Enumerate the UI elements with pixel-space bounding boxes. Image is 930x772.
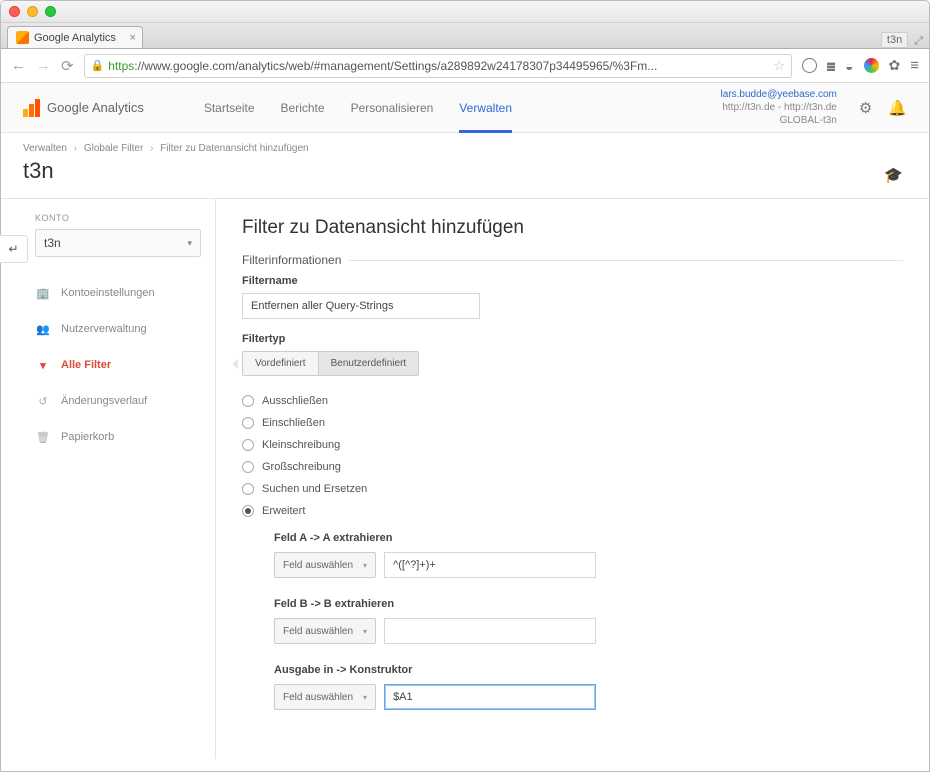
sidebar-item-label: Nutzerverwaltung bbox=[61, 323, 147, 335]
radio-ausschliessen[interactable]: Ausschließen bbox=[242, 390, 903, 412]
radio-einschliessen[interactable]: Einschließen bbox=[242, 412, 903, 434]
extension-icons: ▬▬▬ ◒ ✿ ≡ bbox=[802, 57, 919, 74]
tab-personalisieren[interactable]: Personalisieren bbox=[351, 83, 434, 133]
chevron-down-icon: ▾ bbox=[363, 627, 367, 636]
radio-kleinschreibung[interactable]: Kleinschreibung bbox=[242, 434, 903, 456]
account-selector[interactable]: t3n ▾ bbox=[35, 229, 201, 257]
chevron-down-icon: ▾ bbox=[363, 561, 367, 570]
field-output-label: Ausgabe in -> Konstruktor bbox=[274, 664, 903, 676]
ga-nav-tabs: Startseite Berichte Personalisieren Verw… bbox=[204, 83, 512, 133]
field-output-select[interactable]: Feld auswählen▾ bbox=[274, 684, 376, 710]
browser-toolbar: ← → ⟳ 🔒 https ://www.google.com /analyti… bbox=[1, 49, 929, 83]
chrome-menu-icon[interactable]: ≡ bbox=[910, 57, 919, 74]
field-a-label: Feld A -> A extrahieren bbox=[274, 532, 903, 544]
sidebar-item-kontoeinstellungen[interactable]: 🏢 Kontoeinstellungen bbox=[35, 275, 215, 311]
sidebar-item-label: Kontoeinstellungen bbox=[61, 287, 155, 299]
users-icon: 👥 bbox=[35, 323, 51, 336]
trash-icon: 🗑 bbox=[35, 431, 51, 444]
graduation-cap-icon[interactable]: 🎓 bbox=[884, 166, 903, 184]
tab-verwalten[interactable]: Verwalten bbox=[459, 83, 512, 133]
building-icon: 🏢 bbox=[35, 287, 51, 300]
field-b-input[interactable] bbox=[384, 618, 596, 644]
ga-brand-text: Google Analytics bbox=[47, 100, 144, 115]
sidebar-item-label: Änderungsverlauf bbox=[61, 395, 147, 407]
field-a-input[interactable] bbox=[384, 552, 596, 578]
filterinfo-heading: Filterinformationen bbox=[242, 253, 341, 267]
tab-title: Google Analytics bbox=[34, 32, 116, 44]
sidebar-item-alle-filter[interactable]: ▾ Alle Filter bbox=[35, 347, 215, 383]
radio-grossschreibung[interactable]: Großschreibung bbox=[242, 456, 903, 478]
settings-gear-icon[interactable]: ⚙ bbox=[859, 99, 872, 117]
history-icon: ↺ bbox=[35, 395, 51, 408]
notifications-bell-icon[interactable]: 🔔 bbox=[888, 99, 907, 117]
extension-icon-1[interactable] bbox=[802, 58, 817, 73]
pocket-icon[interactable]: ◒ bbox=[845, 58, 853, 74]
crumb-3: Filter zu Datenansicht hinzufügen bbox=[160, 143, 308, 154]
sidebar-item-label: Alle Filter bbox=[61, 359, 111, 371]
ga-top-bar: Google Analytics Startseite Berichte Per… bbox=[1, 83, 929, 133]
form-heading: Filter zu Datenansicht hinzufügen bbox=[242, 217, 903, 239]
url-scheme: https bbox=[108, 59, 134, 73]
radio-suchen-ersetzen[interactable]: Suchen und Ersetzen bbox=[242, 478, 903, 500]
tab-benutzerdefiniert[interactable]: Benutzerdefiniert bbox=[318, 352, 419, 375]
crumb-2[interactable]: Globale Filter bbox=[84, 143, 143, 154]
reload-icon[interactable]: ⟳ bbox=[61, 57, 74, 75]
profile-badge[interactable]: t3n bbox=[881, 32, 908, 48]
back-icon[interactable]: ← bbox=[11, 57, 26, 74]
lock-icon: 🔒 bbox=[91, 59, 105, 72]
crumb-1[interactable]: Verwalten bbox=[23, 143, 67, 154]
admin-sidebar: ↵ KONTO t3n ▾ 🏢 Kontoeinstellungen 👥 Nut… bbox=[1, 199, 215, 759]
filtername-label: Filtername bbox=[242, 275, 903, 287]
sidebar-item-papierkorb[interactable]: 🗑 Papierkorb bbox=[35, 419, 215, 455]
chevron-down-icon: ▾ bbox=[363, 693, 367, 702]
tab-close-icon[interactable]: × bbox=[130, 32, 136, 44]
field-a-select[interactable]: Feld auswählen▾ bbox=[274, 552, 376, 578]
forward-icon[interactable]: → bbox=[36, 57, 51, 74]
breadcrumb: Verwalten › Globale Filter › Filter zu D… bbox=[23, 143, 907, 154]
filtertype-label: Filtertyp bbox=[242, 333, 903, 345]
browser-tab[interactable]: Google Analytics × bbox=[7, 26, 143, 48]
sidebar-item-label: Papierkorb bbox=[61, 431, 114, 443]
property-line: http://t3n.de - http://t3n.de bbox=[721, 101, 837, 114]
bookmark-star-icon[interactable]: ☆ bbox=[773, 58, 785, 74]
ga-logo-icon bbox=[23, 99, 41, 117]
close-window-button[interactable] bbox=[9, 6, 20, 17]
buffer-icon[interactable]: ▬▬▬ bbox=[827, 61, 835, 70]
filtername-input[interactable] bbox=[242, 293, 480, 319]
tab-startseite[interactable]: Startseite bbox=[204, 83, 255, 133]
field-b-label: Feld B -> B extrahieren bbox=[274, 598, 903, 610]
extension-gear-icon[interactable]: ✿ bbox=[889, 57, 901, 74]
mac-titlebar bbox=[1, 1, 929, 23]
field-b-select[interactable]: Feld auswählen▾ bbox=[274, 618, 376, 644]
minimize-window-button[interactable] bbox=[27, 6, 38, 17]
browser-tab-strip: Google Analytics × t3n ⤢ bbox=[1, 23, 929, 49]
colorpicker-icon[interactable] bbox=[864, 58, 879, 73]
ga-favicon bbox=[16, 31, 29, 44]
zoom-window-button[interactable] bbox=[45, 6, 56, 17]
collapse-sidebar-button[interactable]: ↵ bbox=[0, 235, 28, 263]
sidebar-item-aenderungsverlauf[interactable]: ↺ Änderungsverlauf bbox=[35, 383, 215, 419]
main-content: Filter zu Datenansicht hinzufügen Filter… bbox=[215, 199, 929, 759]
chevron-down-icon: ▾ bbox=[187, 238, 192, 249]
account-name: t3n bbox=[44, 236, 61, 250]
page-title: t3n bbox=[23, 158, 907, 184]
ga-account-info[interactable]: lars.budde@yeebase.com http://t3n.de - h… bbox=[721, 88, 837, 127]
ga-logo[interactable]: Google Analytics bbox=[23, 99, 144, 117]
sidebar-item-nutzerverwaltung[interactable]: 👥 Nutzerverwaltung bbox=[35, 311, 215, 347]
url-host: ://www.google.com bbox=[134, 59, 235, 73]
field-output-input[interactable] bbox=[384, 684, 596, 710]
funnel-icon: ▾ bbox=[35, 359, 51, 372]
fullscreen-icon[interactable]: ⤢ bbox=[914, 35, 923, 48]
global-line: GLOBAL-t3n bbox=[721, 114, 837, 127]
page-header: Verwalten › Globale Filter › Filter zu D… bbox=[1, 133, 929, 199]
url-path: /analytics/web/#management/Settings/a289… bbox=[235, 59, 657, 73]
konto-label: KONTO bbox=[35, 213, 215, 223]
radio-erweitert[interactable]: Erweitert bbox=[242, 500, 903, 522]
tab-berichte[interactable]: Berichte bbox=[281, 83, 325, 133]
user-email: lars.budde@yeebase.com bbox=[721, 88, 837, 101]
address-bar[interactable]: 🔒 https ://www.google.com /analytics/web… bbox=[84, 54, 792, 78]
tab-vordefiniert[interactable]: Vordefiniert bbox=[243, 352, 318, 375]
